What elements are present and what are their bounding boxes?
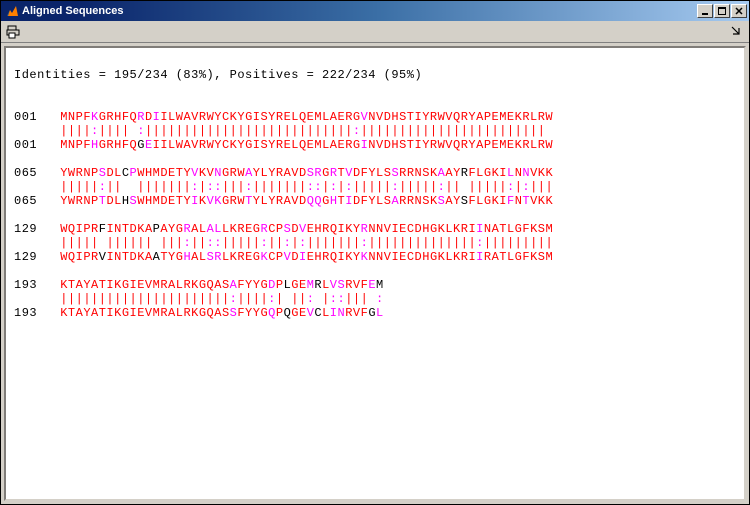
seq-top: 001 MNPFKGRHFQRDIILWAVRWYCKYGISYRELQEMLA… <box>14 110 736 124</box>
window: Aligned Sequences Identities = 195/234 (… <box>0 0 750 505</box>
dock-icon[interactable] <box>729 24 745 40</box>
seq-match: ||||||||||||||||||||||:||||:| ||: |::|||… <box>14 292 736 306</box>
summary-line: Identities = 195/234 (83%), Positives = … <box>14 68 736 82</box>
alignment-viewer: Identities = 195/234 (83%), Positives = … <box>4 46 746 501</box>
toolbar <box>1 21 749 43</box>
alignment-block: 193 KTAYATIKGIEVMRALRKGQASAFYYGDPLGEMRLV… <box>14 278 736 320</box>
window-title: Aligned Sequences <box>22 5 697 17</box>
seq-bot: 129 WQIPRVINTDKAATYGHALSRLKREGKCPVDIEHRQ… <box>14 250 736 264</box>
seq-top: 193 KTAYATIKGIEVMRALRKGQASAFYYGDPLGEMRLV… <box>14 278 736 292</box>
print-icon[interactable] <box>5 24 21 40</box>
seq-bot: 001 MNPFHGRHFQGEIILWAVRWYCKYGISYRELQEMLA… <box>14 138 736 152</box>
seq-bot: 193 KTAYATIKGIEVMRALRKGQASSFYYGQPQGEVCLI… <box>14 306 736 320</box>
seq-bot: 065 YWRNPTDLHSWHMDETYIKVKGRWTYLYRAVDQQGH… <box>14 194 736 208</box>
close-button[interactable] <box>731 4 747 18</box>
minimize-button[interactable] <box>697 4 713 18</box>
alignment-block: 001 MNPFKGRHFQRDIILWAVRWYCKYGISYRELQEMLA… <box>14 110 736 152</box>
seq-match: ||||:|||| :|||||||||||||||||||||||||||:|… <box>14 124 736 138</box>
seq-match: ||||| |||||| |||:||::|||||:||:|:|||||||:… <box>14 236 736 250</box>
seq-match: |||||:|| |||||||:|::|||:|||||||::|:|:|||… <box>14 180 736 194</box>
content-wrap: Identities = 195/234 (83%), Positives = … <box>1 43 749 504</box>
alignment-block: 129 WQIPRFINTDKAPAYGRALALLKREGRCPSDVEHRQ… <box>14 222 736 264</box>
alignment-block: 065 YWRNPSDLCPWHMDETYVKVNGRWAYLYRAVDSRGR… <box>14 166 736 208</box>
maximize-button[interactable] <box>714 4 730 18</box>
matlab-icon <box>5 4 19 18</box>
alignment-container: 001 MNPFKGRHFQRDIILWAVRWYCKYGISYRELQEMLA… <box>14 96 736 320</box>
seq-top: 129 WQIPRFINTDKAPAYGRALALLKREGRCPSDVEHRQ… <box>14 222 736 236</box>
seq-top: 065 YWRNPSDLCPWHMDETYVKVNGRWAYLYRAVDSRGR… <box>14 166 736 180</box>
window-controls <box>697 4 747 18</box>
titlebar[interactable]: Aligned Sequences <box>1 1 749 21</box>
